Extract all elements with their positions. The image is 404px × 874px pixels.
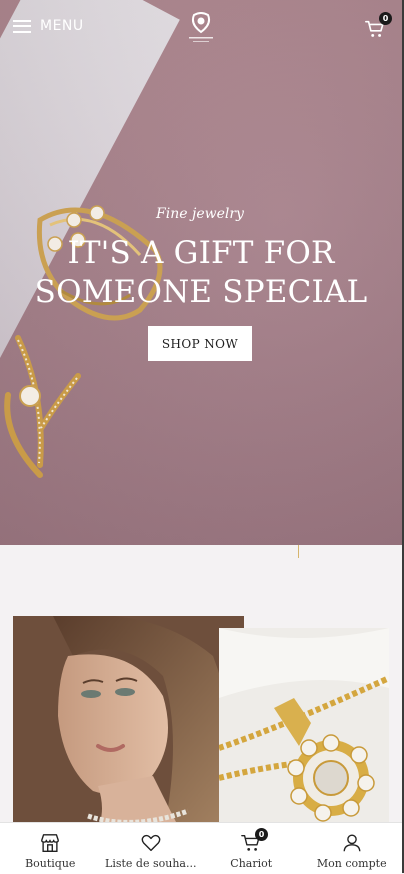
hero-headline: IT'S A GIFT FOR SOMEONE SPECIAL	[0, 234, 402, 312]
hero-headline-line1: IT'S A GIFT FOR	[67, 235, 335, 271]
heart-icon	[141, 834, 161, 852]
store-icon	[41, 834, 60, 852]
brand-logo[interactable]	[186, 10, 216, 44]
menu-label: MENU	[40, 18, 84, 34]
gold-divider	[298, 545, 299, 558]
shop-now-button[interactable]: SHOP NOW	[148, 326, 252, 361]
nav-item-cart[interactable]: 0 Chariot	[201, 823, 302, 874]
header-cart-badge: 0	[379, 12, 392, 25]
hamburger-icon	[13, 19, 31, 33]
hero-subtitle: Fine jewelry	[156, 206, 244, 222]
nav-item-account[interactable]: Mon compte	[302, 823, 403, 874]
nav-label-wishlist: Liste de souha...	[105, 857, 197, 870]
nav-cart-badge: 0	[255, 828, 268, 841]
nav-label-boutique: Boutique	[25, 857, 76, 870]
nav-label-account: Mon compte	[316, 857, 387, 870]
nav-item-wishlist[interactable]: Liste de souha...	[101, 823, 202, 874]
diamond-pendant-image[interactable]	[219, 628, 389, 836]
hero-headline-line2: SOMEONE SPECIAL	[34, 274, 368, 310]
hero-banner: Fine jewelry IT'S A GIFT FOR SOMEONE SPE…	[0, 0, 402, 545]
model-portrait	[13, 616, 244, 836]
pendant-photo	[219, 628, 389, 836]
bottom-navigation: Boutique Liste de souha... 0 Chariot Mon…	[0, 822, 402, 874]
nav-item-boutique[interactable]: Boutique	[0, 823, 101, 874]
nav-label-cart: Chariot	[230, 857, 273, 870]
model-necklace-image[interactable]	[13, 616, 244, 836]
user-icon	[343, 834, 361, 852]
header-cart-button[interactable]: 0	[364, 12, 392, 40]
menu-button[interactable]: MENU	[13, 15, 84, 37]
